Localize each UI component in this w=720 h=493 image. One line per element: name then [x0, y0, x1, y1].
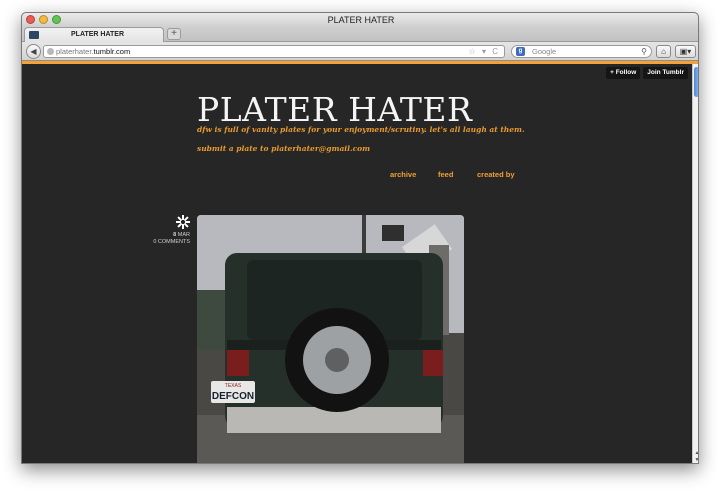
blog-title[interactable]: PLATER HATER — [197, 90, 472, 129]
blog-tagline: dfw is full of vanity plates for your en… — [197, 125, 525, 134]
join-tumblr-button[interactable]: Join Tumblr — [643, 67, 688, 79]
tools-button[interactable]: ▣▾ — [675, 45, 696, 58]
blog-nav: archive feed created by — [22, 170, 692, 180]
post-photo[interactable]: TEXAS DEFCON — [197, 215, 464, 463]
minimize-button[interactable] — [39, 15, 48, 24]
scroll-down-arrow-icon[interactable]: ▼ — [694, 457, 698, 463]
vertical-scrollbar[interactable]: ▲ ▼ — [692, 64, 698, 463]
scrollbar-thumb[interactable] — [694, 67, 698, 97]
follow-button[interactable]: + Follow — [606, 67, 641, 79]
submit-plate-text[interactable]: submit a plate to platerhater@gmail.com — [197, 144, 370, 153]
search-icon[interactable]: ⚲ — [641, 46, 647, 57]
google-engine-icon[interactable]: g — [516, 47, 525, 56]
post-day: 8 — [173, 232, 177, 238]
bookmark-reload-icons[interactable]: ☆ ▾ C — [469, 46, 500, 57]
tab-label: PLATER HATER — [71, 31, 125, 38]
home-button[interactable]: ⌂ — [656, 45, 671, 58]
page-content: + Follow Join Tumblr PLATER HATER dfw is… — [22, 64, 692, 463]
search-input[interactable]: g Google ⚲ — [511, 45, 652, 58]
tumblr-favicon-icon — [29, 31, 39, 39]
back-button[interactable]: ◀ — [26, 44, 41, 59]
post-date[interactable]: 8 MAR — [142, 232, 190, 239]
navigation-toolbar: ◀ platerhater.tumblr.com ☆ ▾ C g Google … — [22, 42, 698, 61]
plate-state-text: TEXAS — [225, 383, 242, 389]
scroll-up-arrow-icon[interactable]: ▲ — [694, 450, 698, 456]
photo-post-icon[interactable] — [176, 215, 190, 229]
title-bar: PLATER HATER — [22, 13, 698, 27]
post-meta: 8 MAR 0 COMMENTS — [142, 215, 190, 246]
nav-archive-link[interactable]: archive — [390, 170, 416, 179]
url-host: tumblr.com — [93, 47, 131, 56]
new-tab-button[interactable]: + — [167, 28, 181, 40]
close-button[interactable] — [26, 15, 35, 24]
zoom-button[interactable] — [52, 15, 61, 24]
nav-feed-link[interactable]: feed — [438, 170, 453, 179]
url-prefix: platerhater. — [56, 47, 94, 56]
site-identity-icon[interactable] — [47, 48, 54, 55]
window-controls — [26, 15, 61, 24]
plate-number-text: DEFCON — [212, 391, 254, 402]
browser-window: PLATER HATER PLATER HATER + ◀ platerhate… — [21, 12, 699, 464]
nav-created-by-link[interactable]: created by — [477, 170, 515, 179]
address-bar[interactable]: platerhater.tumblr.com ☆ ▾ C — [43, 45, 505, 58]
jeep-photo-illustration: TEXAS DEFCON — [197, 215, 464, 463]
post-comments-link[interactable]: 0 COMMENTS — [142, 239, 190, 246]
tab-plater-hater[interactable]: PLATER HATER — [24, 27, 164, 42]
window-title: PLATER HATER — [327, 15, 395, 25]
tumblr-controls: + Follow Join Tumblr — [606, 67, 688, 79]
post-month: MAR — [177, 232, 190, 238]
tab-bar: PLATER HATER + — [22, 27, 698, 42]
search-placeholder: Google — [532, 47, 557, 56]
